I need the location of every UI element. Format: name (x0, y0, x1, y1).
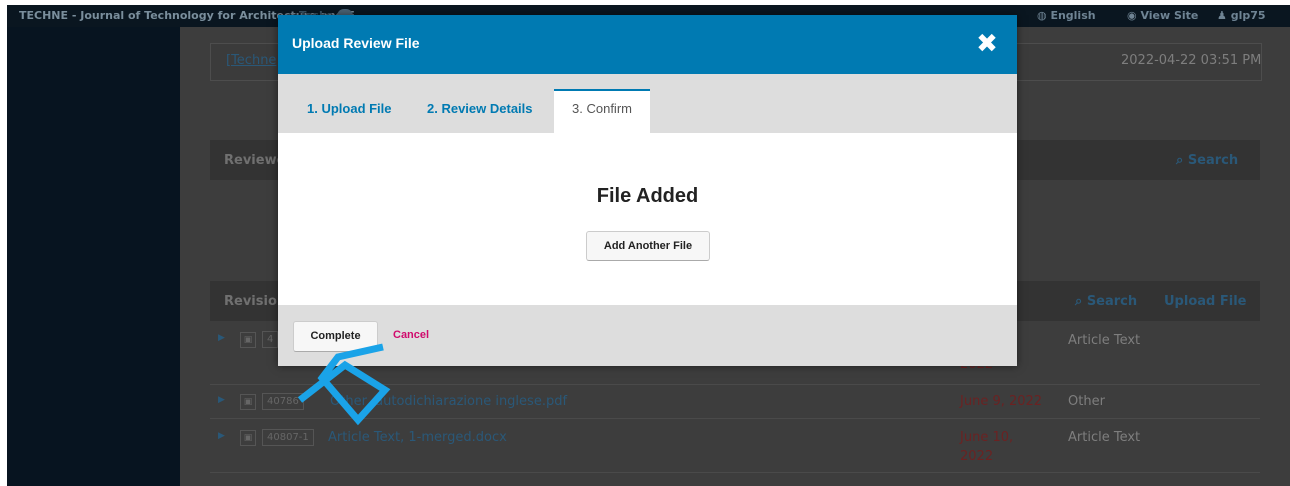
user-icon: ♟ (1217, 9, 1231, 22)
file-row: ▶ ▣ 40807-1 Article Text, 1-merged.docx … (210, 421, 1260, 473)
modal-header: Upload Review File ✖ (278, 15, 1017, 74)
submission-date: 2022-04-22 03:51 PM (1121, 53, 1262, 68)
tab-confirm[interactable]: 3. Confirm (554, 89, 650, 133)
view-site-link[interactable]: ◉ View Site (1127, 9, 1198, 22)
file-date-line2: 2022 (960, 449, 994, 464)
wizard-tabs: 1. Upload File 2. Review Details 3. Conf… (278, 74, 1017, 133)
document-icon: ▣ (240, 332, 256, 348)
file-type: Other (1068, 394, 1105, 409)
modal-title: Upload Review File (292, 35, 420, 51)
reviewer-search-link[interactable]: ⌕ Search (1176, 153, 1238, 168)
language-link[interactable]: ◍ English (1037, 9, 1096, 22)
expand-caret-icon[interactable]: ▶ (218, 333, 225, 343)
revisions-search-label: Search (1086, 294, 1138, 309)
eye-icon: ◉ (1127, 9, 1141, 22)
file-name-link[interactable]: Other, autodichiarazione inglese.pdf (330, 394, 567, 409)
tab-upload-file[interactable]: 1. Upload File (292, 89, 407, 133)
document-icon: ▣ (240, 430, 256, 446)
expand-caret-icon[interactable]: ▶ (218, 431, 225, 441)
reviewer-section-label: Reviewe (224, 153, 286, 168)
document-icon: ▣ (240, 394, 256, 410)
file-added-heading: File Added (596, 185, 699, 207)
complete-button[interactable]: Complete (293, 321, 378, 352)
user-menu[interactable]: ♟ glp75 (1217, 9, 1266, 22)
submission-link[interactable]: [Techne (226, 53, 276, 68)
revisions-section-label: Revisio (224, 294, 277, 309)
file-id-badge: 40807-1 (262, 429, 314, 446)
tab-review-details[interactable]: 2. Review Details (412, 89, 548, 133)
expand-caret-icon[interactable]: ▶ (218, 395, 225, 405)
file-id-badge: 4 (262, 331, 279, 348)
search-icon: ⌕ (1075, 294, 1087, 309)
file-row: ▶ ▣ 40786 Other, autodichiarazione ingle… (210, 385, 1260, 419)
view-site-label: View Site (1140, 9, 1199, 22)
file-date: June 9, 2022 (960, 394, 1043, 409)
file-type: Article Text (1068, 333, 1141, 348)
sidebar (7, 27, 180, 486)
revisions-search-link[interactable]: ⌕ Search (1075, 294, 1137, 309)
globe-icon: ◍ (1037, 9, 1051, 22)
file-name-link[interactable]: Article Text, 1-merged.docx (328, 430, 507, 445)
upload-review-file-modal: Upload Review File ✖ 1. Upload File 2. R… (278, 15, 1017, 366)
search-icon: ⌕ (1176, 153, 1188, 168)
file-id-badge: 40786 (262, 393, 304, 410)
confirm-panel: File Added Add Another File (278, 133, 1017, 305)
username-label: glp75 (1230, 9, 1266, 22)
add-another-file-button[interactable]: Add Another File (586, 231, 710, 261)
upload-file-link[interactable]: Upload File (1164, 294, 1246, 309)
close-icon[interactable]: ✖ (973, 30, 1001, 58)
reviewer-search-label: Search (1187, 153, 1239, 168)
modal-footer: Complete Cancel (278, 305, 1017, 366)
language-label: English (1050, 9, 1096, 22)
cancel-link[interactable]: Cancel (393, 329, 429, 341)
file-type: Article Text (1068, 430, 1141, 445)
file-date-line1: June 10, (960, 430, 1014, 445)
